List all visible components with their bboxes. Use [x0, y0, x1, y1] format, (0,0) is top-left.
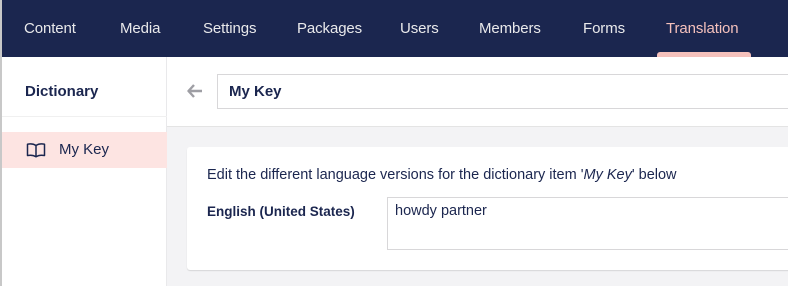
description-item-name: My Key — [583, 167, 632, 183]
language-label: English (United States) — [207, 204, 355, 219]
nav-item-content[interactable]: Content — [24, 0, 76, 57]
description-prefix: Edit the different language versions for… — [207, 167, 584, 183]
back-arrow-icon[interactable] — [187, 84, 203, 98]
translation-value-textarea[interactable]: howdy partner — [387, 197, 788, 250]
sidebar-divider — [2, 116, 167, 117]
translation-panel: Edit the different language versions for… — [187, 147, 788, 270]
dictionary-name-input[interactable] — [217, 74, 788, 109]
top-navigation: Content Media Settings Packages Users Me… — [0, 0, 788, 57]
nav-item-translation[interactable]: Translation — [666, 0, 739, 57]
description-suffix: ' below — [631, 167, 677, 183]
nav-item-settings[interactable]: Settings — [203, 0, 257, 57]
sidebar: Dictionary My Key — [0, 57, 167, 286]
nav-item-forms[interactable]: Forms — [583, 0, 625, 57]
tree-item-my-key[interactable]: My Key — [2, 132, 167, 168]
nav-item-users[interactable]: Users — [400, 0, 439, 57]
sidebar-title[interactable]: Dictionary — [25, 83, 98, 100]
editor-header — [167, 57, 788, 127]
nav-item-packages[interactable]: Packages — [297, 0, 362, 57]
panel-description: Edit the different language versions for… — [207, 167, 677, 183]
nav-item-media[interactable]: Media — [120, 0, 160, 57]
nav-item-members[interactable]: Members — [479, 0, 541, 57]
book-icon — [26, 142, 46, 158]
tree-item-label: My Key — [59, 141, 110, 158]
